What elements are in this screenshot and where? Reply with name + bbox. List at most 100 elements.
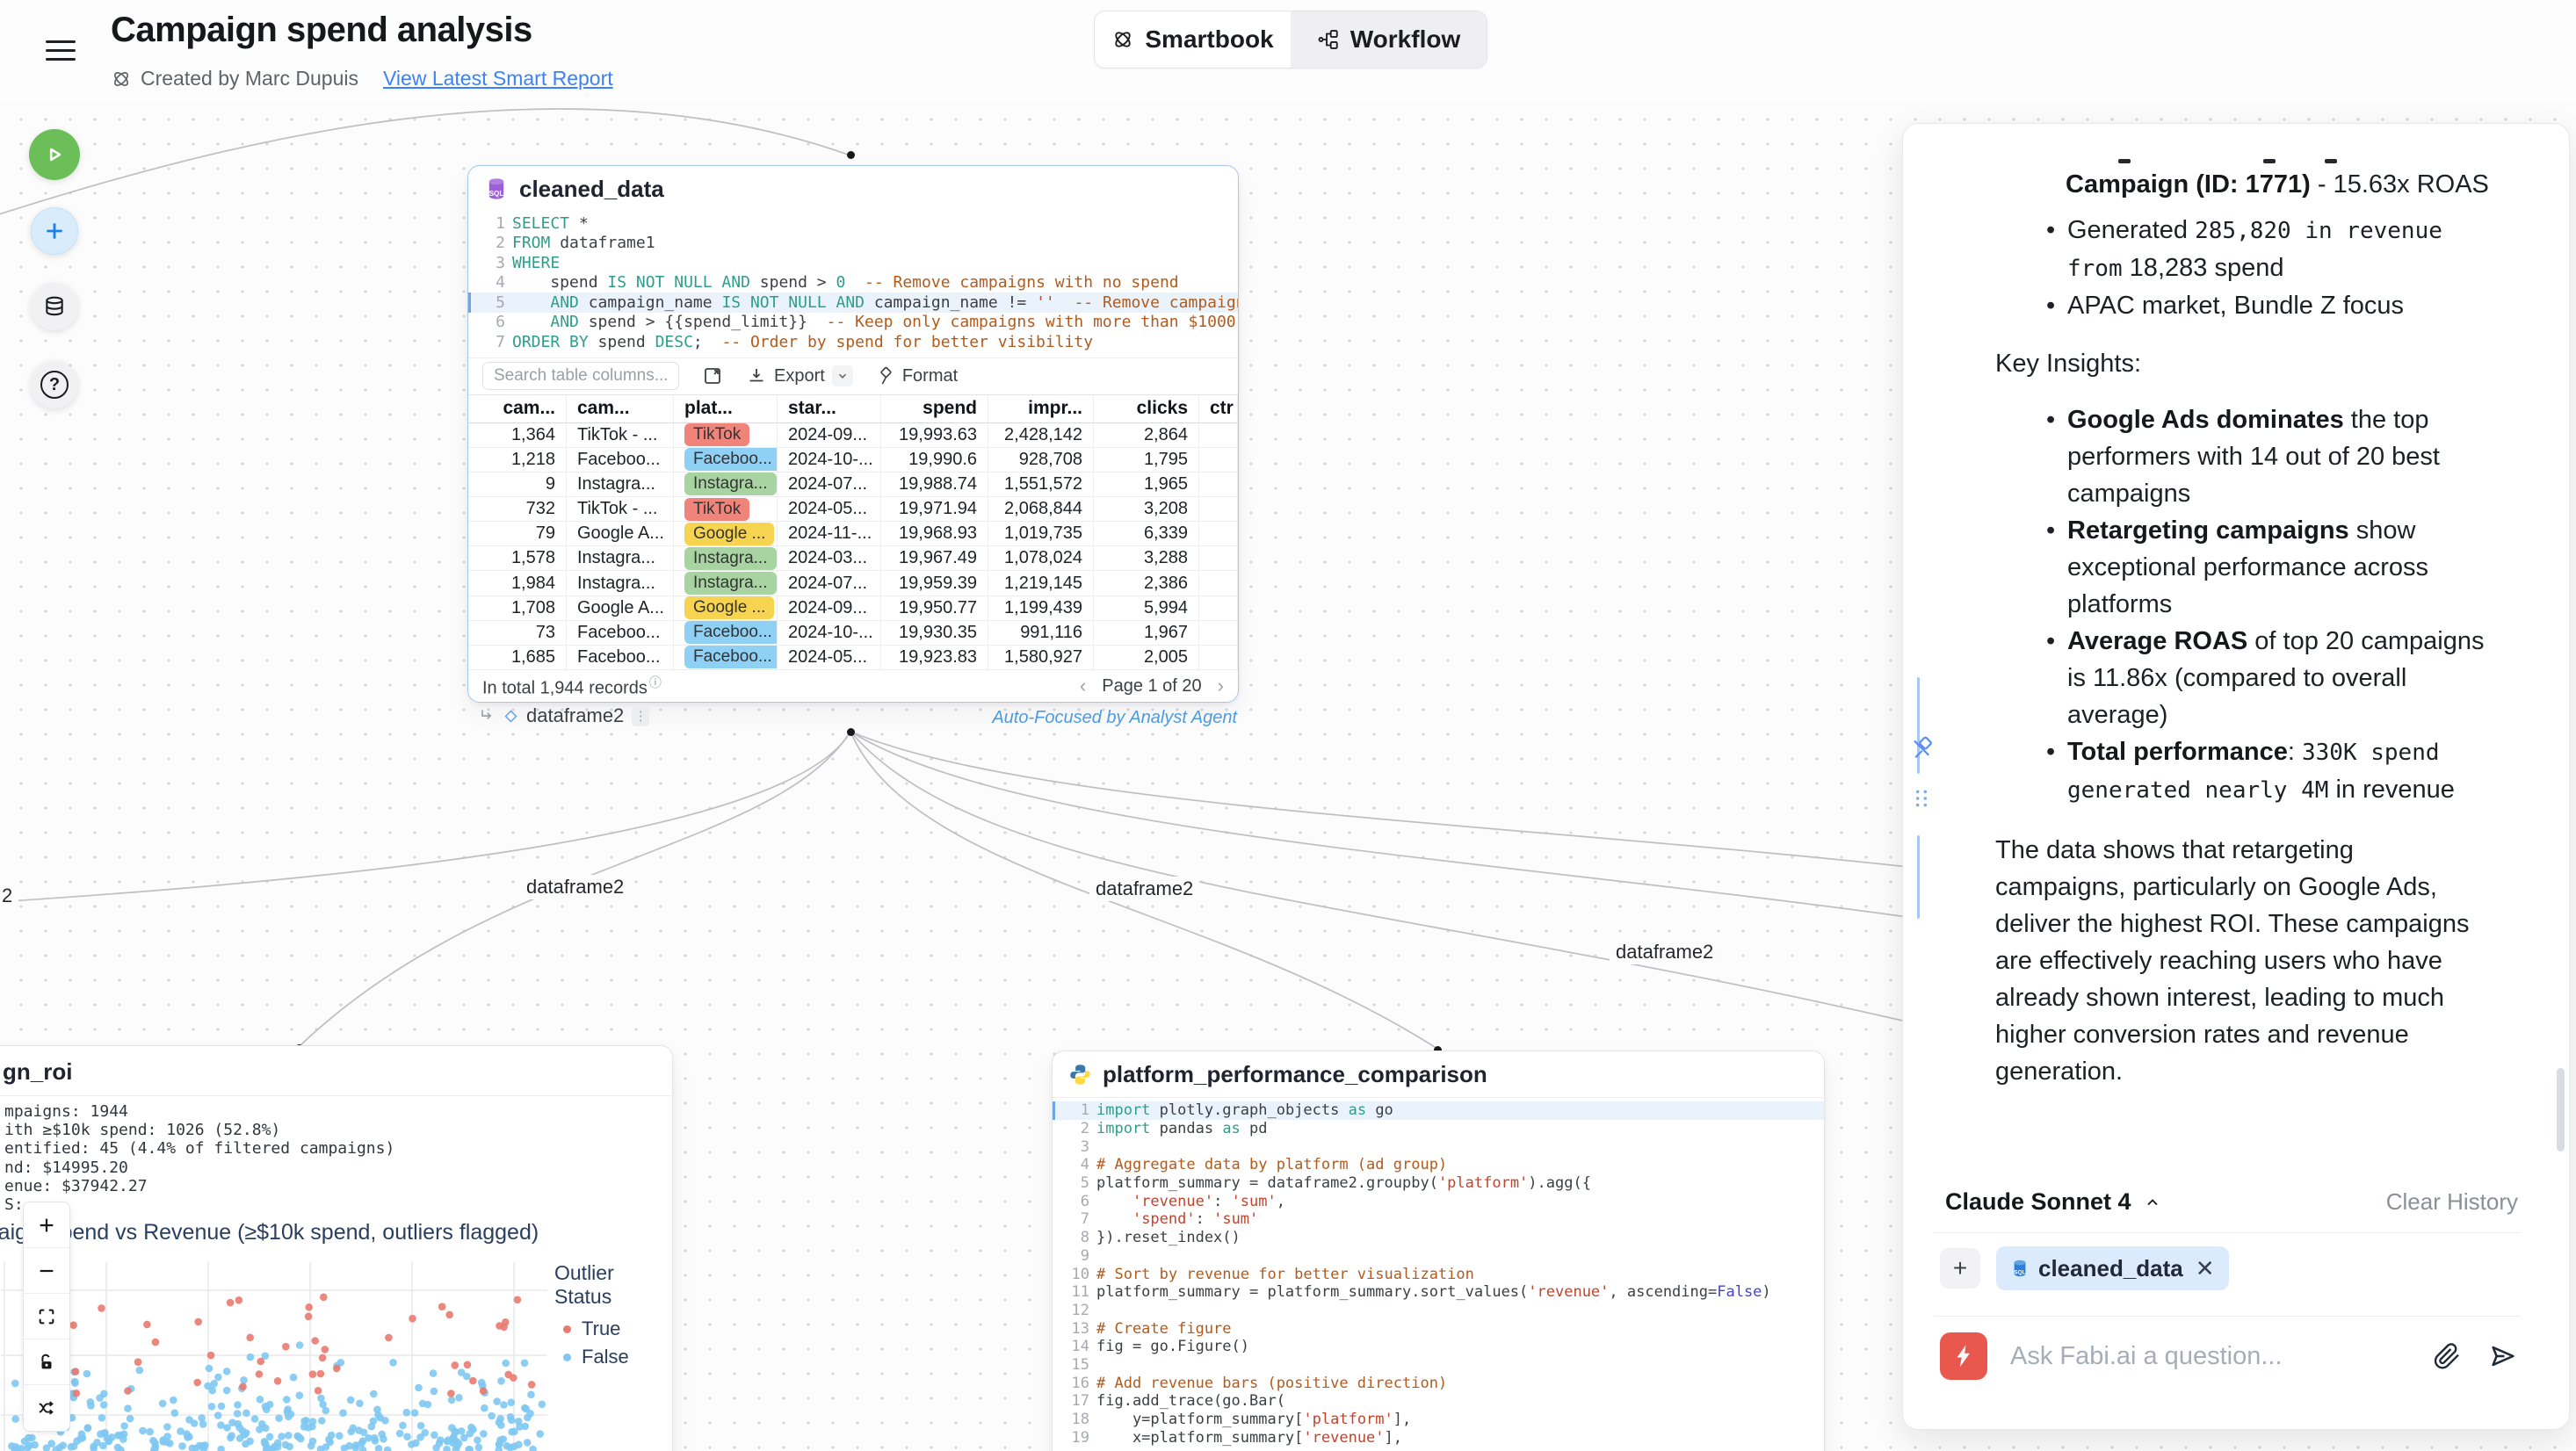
table-row[interactable]: 79Google A...Google ...2024-11-...19,968… xyxy=(468,522,1238,546)
code-line[interactable]: 3WHERE xyxy=(468,253,1238,273)
view-latest-report-link[interactable]: View Latest Smart Report xyxy=(383,67,613,90)
panel-drag-handle[interactable] xyxy=(1910,787,1933,810)
ask-question-input[interactable] xyxy=(2010,1342,2411,1371)
table-row[interactable]: 9Instagra...Instagra...2024-07...19,988.… xyxy=(468,473,1238,497)
menu-button[interactable] xyxy=(46,40,76,63)
table-row[interactable]: 1,578Instagra...Instagra...2024-03...19,… xyxy=(468,546,1238,571)
column-header[interactable]: impr... xyxy=(988,395,1094,422)
chart-legend: Outlier Status True False xyxy=(554,1261,672,1374)
code-line[interactable]: 11platform_summary = platform_summary.so… xyxy=(1053,1283,1824,1302)
shuffle-layout-button[interactable] xyxy=(24,1385,69,1431)
code-line[interactable]: 19 x=platform_summary['revenue'], xyxy=(1053,1428,1824,1447)
table-row[interactable]: 1,218Faceboo...Faceboo...2024-10-...19,9… xyxy=(468,448,1238,473)
legend-item-true[interactable]: True xyxy=(563,1317,672,1340)
fit-view-button[interactable] xyxy=(24,1294,69,1339)
pagination: ‹ Page 1 of 20 › xyxy=(1080,675,1224,697)
code-line[interactable]: 6 'revenue': 'sum', xyxy=(1053,1192,1824,1210)
zoom-out-button[interactable] xyxy=(24,1248,69,1294)
code-line[interactable]: 2import pandas as pd xyxy=(1053,1120,1824,1138)
column-header[interactable]: clicks xyxy=(1094,395,1199,422)
code-line[interactable]: 5⌄platform_summary = dataframe2.groupby(… xyxy=(1053,1174,1824,1193)
context-chip-cleaned-data[interactable]: SQL cleaned_data ✕ xyxy=(1996,1246,2229,1290)
panel-scrollbar[interactable] xyxy=(2557,1068,2565,1151)
table-cell xyxy=(1199,621,1238,645)
line-number: 17 xyxy=(1053,1392,1096,1410)
export-dropdown-button[interactable] xyxy=(832,365,853,386)
column-header[interactable]: cam... xyxy=(567,395,674,422)
unpin-panel-button[interactable] xyxy=(1910,734,1936,761)
platform-badge: TikTok xyxy=(684,423,749,446)
attachment-button[interactable] xyxy=(2434,1342,2462,1370)
code-line[interactable]: 2FROM dataframe1 xyxy=(468,234,1238,254)
column-header[interactable]: cam... xyxy=(468,395,567,422)
add-node-button[interactable] xyxy=(31,207,78,255)
code-line[interactable]: 5 AND campaign_name IS NOT NULL AND camp… xyxy=(468,292,1238,313)
line-number: 7 xyxy=(1053,1210,1096,1228)
format-button[interactable]: Format xyxy=(876,366,958,386)
table-row[interactable]: 732TikTok - ...TikTok2024-05...19,971.94… xyxy=(468,497,1238,522)
code-line[interactable]: 1import plotly.graph_objects as go xyxy=(1053,1101,1824,1120)
next-page-button[interactable]: › xyxy=(1218,675,1224,697)
add-context-button[interactable]: + xyxy=(1940,1248,1980,1289)
result-table[interactable]: cam...cam...plat...star...spendimpr...cl… xyxy=(468,394,1238,671)
column-header[interactable]: plat... xyxy=(674,395,778,422)
code-line[interactable]: 18 y=platform_summary['platform'], xyxy=(1053,1411,1824,1429)
table-row[interactable]: 1,364TikTok - ...TikTok2024-09...19,993.… xyxy=(468,423,1238,448)
data-sources-button[interactable] xyxy=(31,283,78,330)
sql-code-editor[interactable]: 1⌄SELECT *2FROM dataframe13WHERE4 spend … xyxy=(468,212,1238,357)
node-handle-bottom[interactable] xyxy=(847,728,855,736)
fold-caret-icon[interactable]: ⌄ xyxy=(1097,1175,1103,1188)
code-line[interactable]: 4# Aggregate data by platform (ad group) xyxy=(1053,1156,1824,1174)
code-line[interactable]: 14fig = go.Figure() xyxy=(1053,1338,1824,1356)
code-line[interactable]: 7ORDER BY spend DESC; -- Order by spend … xyxy=(468,332,1238,352)
search-input[interactable] xyxy=(482,362,679,390)
table-row[interactable]: 1,685Faceboo...Faceboo...2024-05...19,92… xyxy=(468,646,1238,670)
table-row[interactable]: 73Faceboo...Faceboo...2024-10-...19,930.… xyxy=(468,621,1238,646)
expand-table-button[interactable] xyxy=(702,365,723,386)
export-button[interactable]: Export xyxy=(746,365,853,386)
fold-caret-icon[interactable]: ⌄ xyxy=(513,215,519,227)
zoom-in-button[interactable] xyxy=(24,1202,69,1248)
lock-button[interactable] xyxy=(24,1339,69,1385)
code-line[interactable]: 9 xyxy=(1053,1247,1824,1266)
help-button[interactable]: ? xyxy=(31,361,78,408)
legend-item-false[interactable]: False xyxy=(563,1346,672,1368)
column-header[interactable]: spend xyxy=(881,395,988,422)
canvas-zoom-toolbar xyxy=(23,1202,70,1432)
clear-history-button[interactable]: Clear History xyxy=(2386,1188,2518,1216)
info-icon[interactable]: ⓘ xyxy=(649,675,662,689)
column-header[interactable]: star... xyxy=(778,395,881,422)
node-platform-performance[interactable]: platform_performance_comparison 1import … xyxy=(1052,1050,1825,1451)
node-title: platform_performance_comparison xyxy=(1103,1061,1487,1088)
table-row[interactable]: 1,708Google A...Google ...2024-09...19,9… xyxy=(468,596,1238,621)
code-line[interactable]: 3 xyxy=(1053,1137,1824,1156)
code-line[interactable]: 7 'spend': 'sum' xyxy=(1053,1210,1824,1229)
code-line[interactable]: 17fig.add_trace(go.Bar( xyxy=(1053,1392,1824,1411)
node-campaign-roi[interactable]: gn_roi mpaigns: 1944 ith ≥$10k spend: 10… xyxy=(0,1045,673,1451)
dataframe-output-chip[interactable]: dataframe2 ⋮ xyxy=(478,704,649,727)
code-line[interactable]: 13# Create figure xyxy=(1053,1319,1824,1338)
model-selector[interactable]: Claude Sonnet 4 xyxy=(1945,1188,2161,1216)
code-line[interactable]: 6 AND spend > {{spend_limit}} -- Keep on… xyxy=(468,313,1238,333)
code-line[interactable]: 12 xyxy=(1053,1302,1824,1320)
code-line[interactable]: 1⌄SELECT * xyxy=(468,213,1238,234)
message-bullet: Average ROAS of top 20 campaigns is 11.8… xyxy=(2067,623,2489,733)
node-cleaned-data[interactable]: SQL cleaned_data 1⌄SELECT *2FROM datafra… xyxy=(467,165,1239,703)
scatter-plot[interactable] xyxy=(1,1262,547,1451)
column-header[interactable]: ctr xyxy=(1199,395,1238,422)
table-row[interactable]: 1,984Instagra...Instagra...2024-07...19,… xyxy=(468,571,1238,596)
remove-context-icon[interactable]: ✕ xyxy=(2196,1255,2215,1282)
prev-page-button[interactable]: ‹ xyxy=(1080,675,1086,697)
python-code-editor[interactable]: 1import plotly.graph_objects as go2impor… xyxy=(1053,1098,1824,1447)
run-workflow-button[interactable] xyxy=(29,129,80,180)
code-line[interactable]: 15 xyxy=(1053,1356,1824,1375)
send-button[interactable] xyxy=(2488,1341,2518,1371)
code-line[interactable]: 10# Sort by revenue for better visualiza… xyxy=(1053,1265,1824,1283)
tab-smartbook[interactable]: Smartbook xyxy=(1095,11,1291,68)
code-line[interactable]: 16# Add revenue bars (positive direction… xyxy=(1053,1374,1824,1392)
code-line[interactable]: 8}).reset_index() xyxy=(1053,1229,1824,1247)
code-line[interactable]: 4 spend IS NOT NULL AND spend > 0 -- Rem… xyxy=(468,273,1238,293)
tab-workflow[interactable]: Workflow xyxy=(1291,11,1487,68)
node-handle-top[interactable] xyxy=(847,151,855,159)
code-text: platform_summary = dataframe2.groupby('p… xyxy=(1096,1174,1591,1192)
